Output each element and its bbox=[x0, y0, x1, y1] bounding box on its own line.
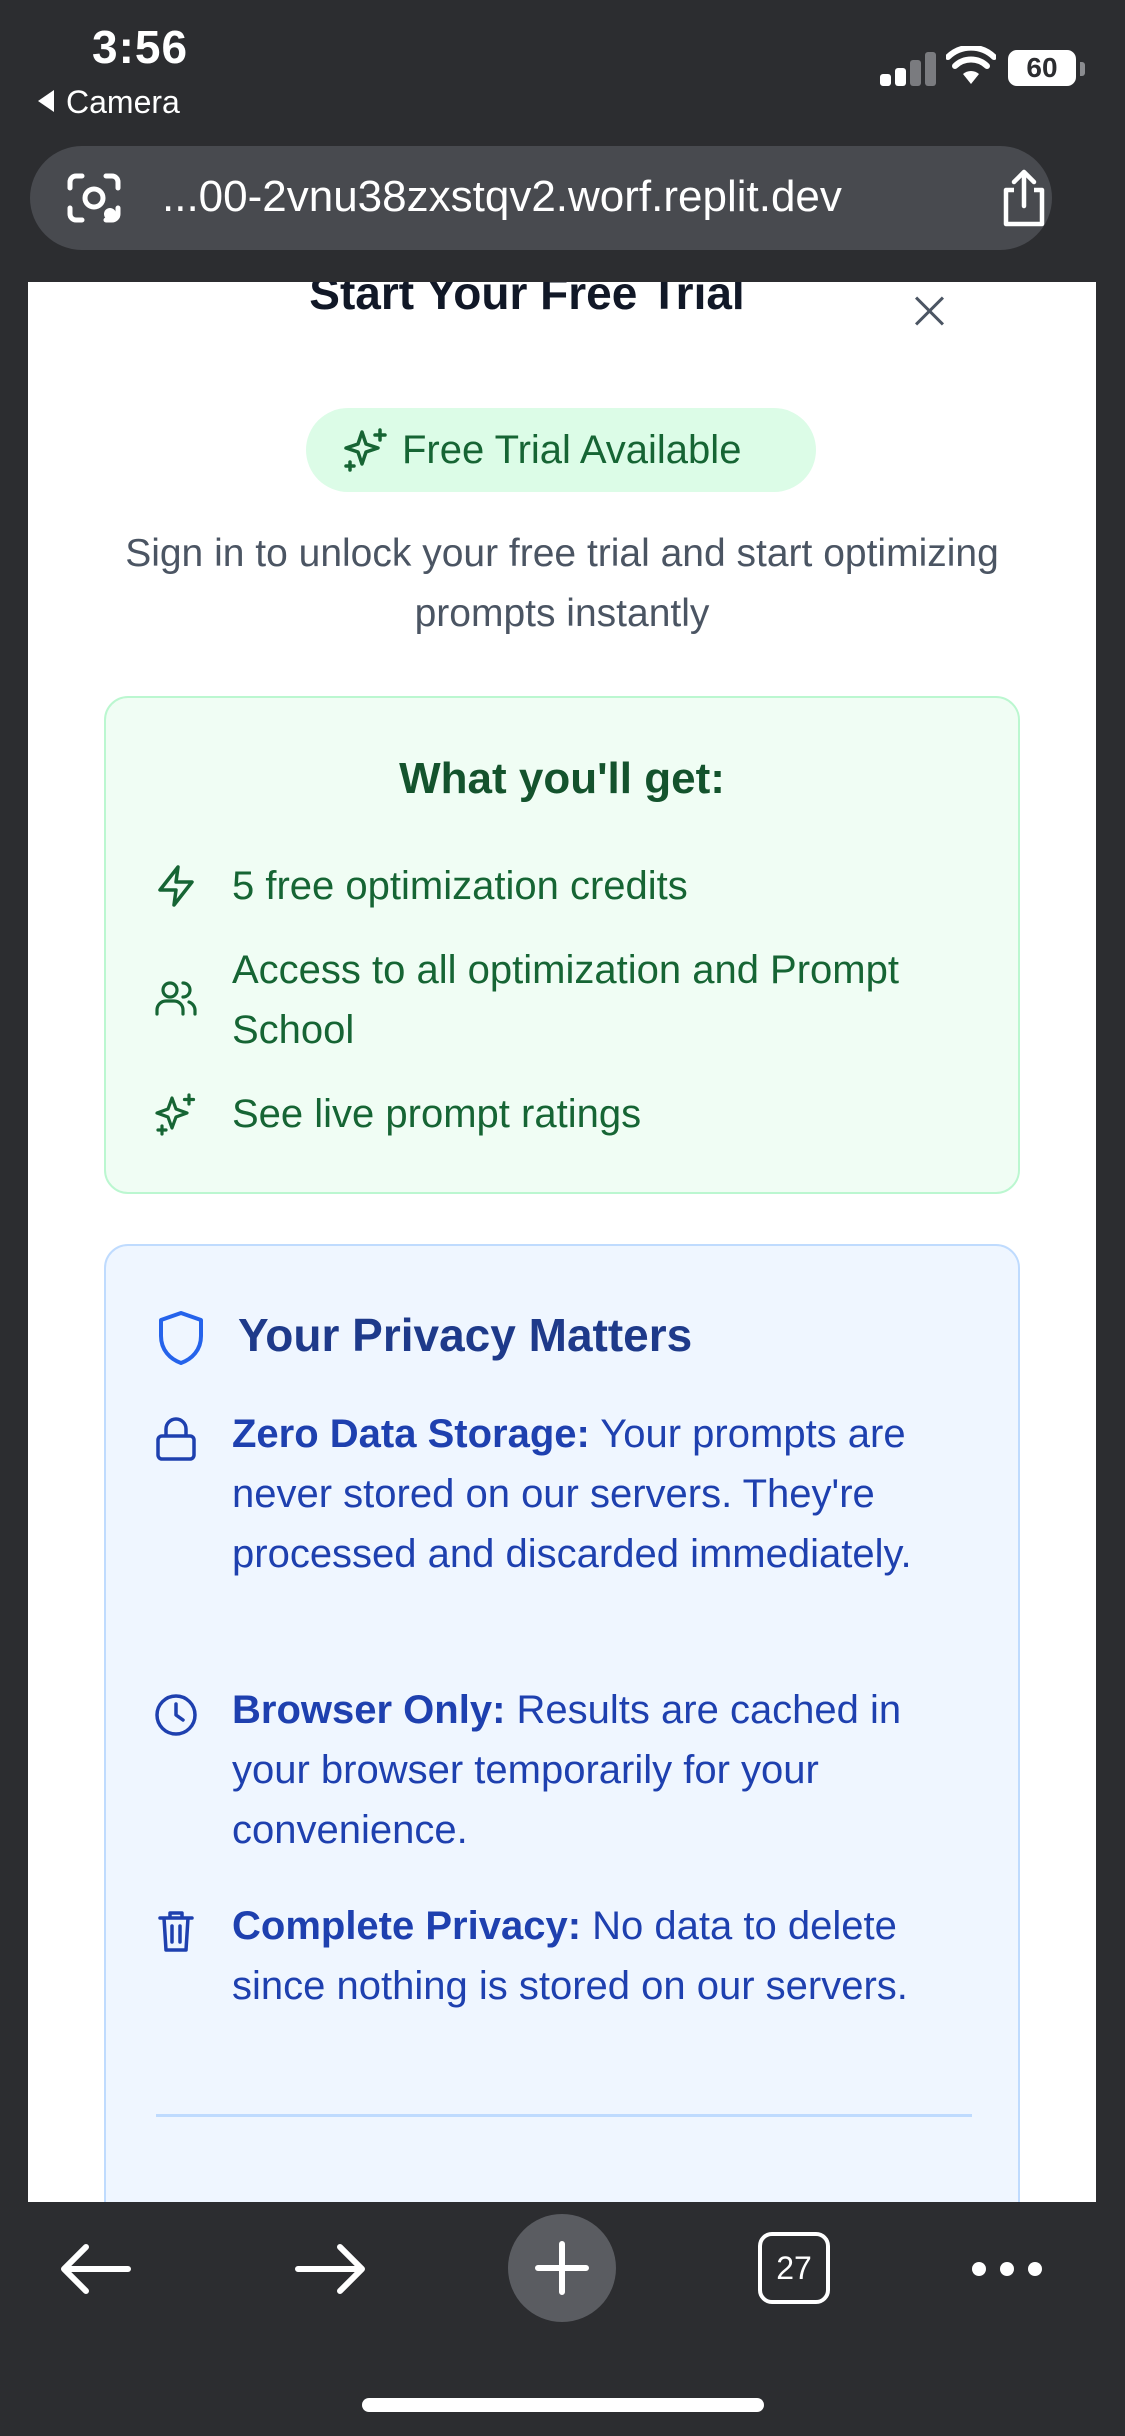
back-arrow-icon[interactable] bbox=[56, 2242, 136, 2296]
privacy-item-label: Browser Only: bbox=[232, 1688, 506, 1732]
new-tab-button[interactable] bbox=[508, 2214, 616, 2322]
plus-icon bbox=[535, 2241, 589, 2295]
forward-arrow-icon[interactable] bbox=[290, 2242, 370, 2296]
cellular-signal-icon bbox=[880, 50, 936, 86]
tab-switcher-button[interactable]: 27 bbox=[758, 2232, 830, 2304]
wifi-icon bbox=[946, 46, 996, 84]
address-bar[interactable]: ...00-2vnu38zxstqv2.worf.replit.dev bbox=[30, 146, 1052, 250]
back-triangle-icon bbox=[38, 90, 54, 112]
battery-tip bbox=[1080, 62, 1085, 76]
privacy-item-text: Zero Data Storage: Your prompts are neve… bbox=[232, 1404, 972, 1584]
home-indicator[interactable] bbox=[362, 2398, 764, 2412]
lock-icon bbox=[156, 1417, 196, 1461]
privacy-item-label: Zero Data Storage: bbox=[232, 1412, 590, 1456]
privacy-item-text: Complete Privacy: No data to delete sinc… bbox=[232, 1896, 972, 2016]
url-text[interactable]: ...00-2vnu38zxstqv2.worf.replit.dev bbox=[162, 172, 842, 222]
benefits-card: What you'll get: 5 free optimization cre… bbox=[104, 696, 1020, 1194]
badge-label: Free Trial Available bbox=[402, 428, 742, 472]
privacy-title: Your Privacy Matters bbox=[238, 1309, 693, 1361]
close-button[interactable] bbox=[908, 290, 952, 334]
free-trial-modal: Start Your Free Trial Free Trial Availab… bbox=[28, 282, 1096, 2202]
status-time: 3:56 bbox=[92, 21, 189, 73]
benefit-text: See live prompt ratings bbox=[232, 1092, 642, 1136]
more-options-icon[interactable] bbox=[970, 2254, 1044, 2284]
shield-icon bbox=[159, 1311, 203, 1365]
sparkles-icon bbox=[344, 428, 387, 472]
free-trial-badge: Free Trial Available bbox=[306, 408, 816, 492]
privacy-item-label: Complete Privacy: bbox=[232, 1904, 582, 1948]
privacy-item-text: Browser Only: Results are cached in your… bbox=[232, 1680, 972, 1860]
back-app-label: Camera bbox=[66, 84, 180, 120]
privacy-card: Your Privacy Matters Zero Data Storage: … bbox=[104, 1244, 1020, 2202]
intro-text: Sign in to unlock your free trial and st… bbox=[125, 532, 999, 635]
privacy-divider bbox=[156, 2114, 972, 2117]
benefit-text: Access to all optimization and Prompt Sc… bbox=[232, 948, 899, 1052]
camera-search-icon[interactable] bbox=[66, 172, 122, 224]
users-icon bbox=[155, 981, 197, 1016]
status-bar: 3:56 Camera 60 bbox=[0, 0, 1125, 135]
privacy-header: Your Privacy Matters bbox=[156, 1302, 956, 1372]
trash-icon bbox=[158, 1911, 194, 1952]
share-icon[interactable] bbox=[996, 168, 1052, 228]
battery-icon: 60 bbox=[1008, 50, 1076, 86]
lightning-icon bbox=[158, 865, 194, 907]
benefits-title: What you'll get: bbox=[399, 754, 725, 803]
battery-level: 60 bbox=[1026, 52, 1058, 83]
clock-icon bbox=[155, 1694, 197, 1736]
back-to-app-link[interactable]: Camera bbox=[38, 84, 180, 121]
sparkles-icon bbox=[155, 1093, 196, 1136]
benefit-text: 5 free optimization credits bbox=[232, 864, 688, 908]
